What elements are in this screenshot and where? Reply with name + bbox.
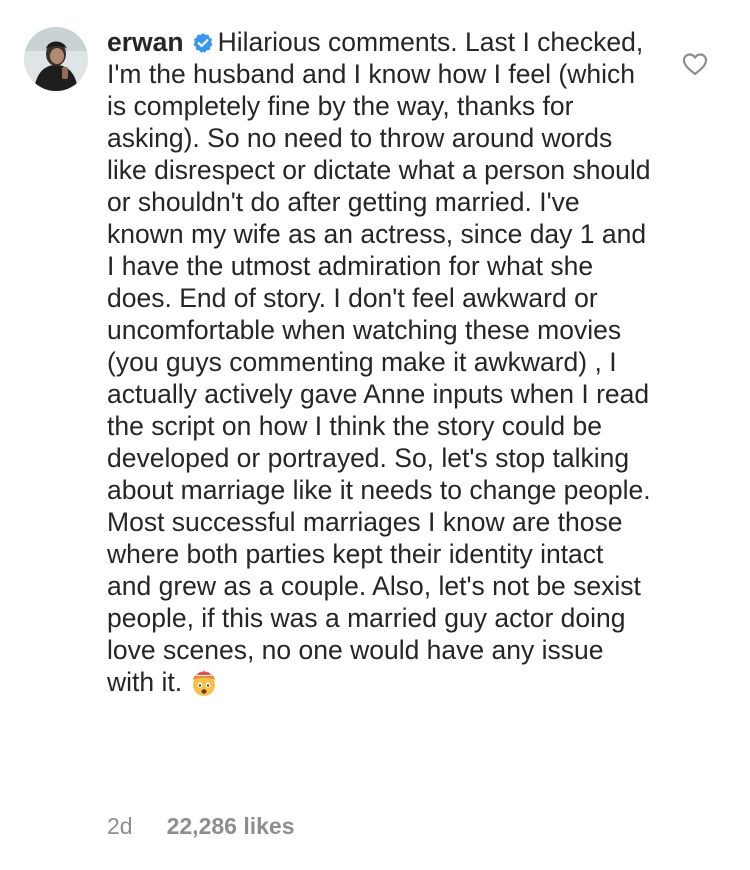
- verified-badge-icon: [192, 32, 214, 54]
- exploding-head-emoji: [188, 666, 220, 698]
- comment-timestamp[interactable]: 2d: [107, 813, 133, 839]
- avatar[interactable]: [24, 27, 88, 91]
- comment: erwan Hilarious comments. Last I checked,…: [0, 0, 750, 870]
- like-heart-icon[interactable]: [682, 52, 708, 76]
- comment-body: erwan Hilarious comments. Last I checked,…: [107, 26, 652, 698]
- avatar-photo: [24, 27, 88, 91]
- likes-count[interactable]: 22,286 likes: [167, 813, 295, 839]
- comment-meta: 2d 22,286 likes: [107, 811, 295, 841]
- username-link[interactable]: erwan: [107, 27, 184, 57]
- comment-text: Hilarious comments. Last I checked, I'm …: [107, 27, 651, 697]
